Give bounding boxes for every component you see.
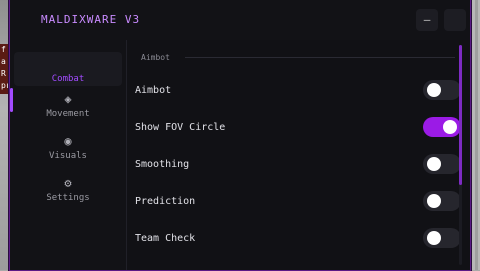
setting-label: Smoothing <box>135 159 190 170</box>
toggle-knob <box>427 157 441 171</box>
setting-label: Show FOV Circle <box>135 122 226 133</box>
settings-panel: Aimbot Aimbot Show FOV Circle Smoothing … <box>127 40 470 270</box>
scrollbar-thumb[interactable] <box>459 45 462 185</box>
sign-text-line: f <box>1 45 6 54</box>
setting-row-prediction: Prediction <box>127 184 470 221</box>
prediction-toggle[interactable] <box>423 191 461 211</box>
setting-row-team-check: Team Check <box>127 221 470 258</box>
smoothing-toggle[interactable] <box>423 154 461 174</box>
setting-row-fov-circle: Show FOV Circle <box>127 110 470 147</box>
sidebar-item-label: Visuals <box>49 151 87 161</box>
setting-label: Aimbot <box>135 85 172 96</box>
toggle-knob <box>427 231 441 245</box>
cheat-menu-window: MALDIXWARE V3 — Combat ◈ Movement ◉ Visu… <box>9 0 471 271</box>
window-title: MALDIXWARE V3 <box>41 13 141 26</box>
show-fov-circle-toggle[interactable] <box>423 117 461 137</box>
sidebar-item-label: Movement <box>46 109 90 119</box>
sign-text-line: pro <box>0 80 15 92</box>
sidebar-item-movement[interactable]: ◈ Movement <box>14 92 122 119</box>
toggle-knob <box>443 120 457 134</box>
aimbot-toggle[interactable] <box>423 80 461 100</box>
section-title: Aimbot <box>141 53 170 62</box>
setting-row-smoothing: Smoothing <box>127 147 470 184</box>
setting-label: Prediction <box>135 196 196 207</box>
sidebar-item-label: Settings <box>46 193 90 203</box>
toggle-knob <box>427 194 441 208</box>
titlebar[interactable]: MALDIXWARE V3 — <box>10 0 470 40</box>
toggle-knob <box>427 83 441 97</box>
section-divider <box>185 57 455 58</box>
sign-text-line: a <box>1 57 6 66</box>
sidebar-item-label: Combat <box>51 74 85 84</box>
scrollbar[interactable] <box>459 45 462 265</box>
movement-icon: ◈ <box>64 92 72 106</box>
team-check-toggle[interactable] <box>423 228 461 248</box>
sidebar-item-settings[interactable]: ⚙ Settings <box>14 176 122 203</box>
game-sign: f a R pro <box>0 44 15 94</box>
setting-row-aimbot: Aimbot <box>127 73 470 110</box>
sidebar: Combat ◈ Movement ◉ Visuals ⚙ Settings <box>10 40 126 270</box>
active-tab-indicator <box>10 88 13 112</box>
gear-icon: ⚙ <box>64 176 72 190</box>
sidebar-item-visuals[interactable]: ◉ Visuals <box>14 134 122 161</box>
minimize-icon: — <box>423 13 431 26</box>
sign-text-line: R <box>1 69 6 78</box>
minimize-button[interactable]: — <box>416 9 438 31</box>
close-button[interactable] <box>444 9 466 31</box>
setting-label: Team Check <box>135 233 196 244</box>
sidebar-item-combat[interactable]: Combat <box>14 52 122 86</box>
eye-icon: ◉ <box>64 134 72 148</box>
